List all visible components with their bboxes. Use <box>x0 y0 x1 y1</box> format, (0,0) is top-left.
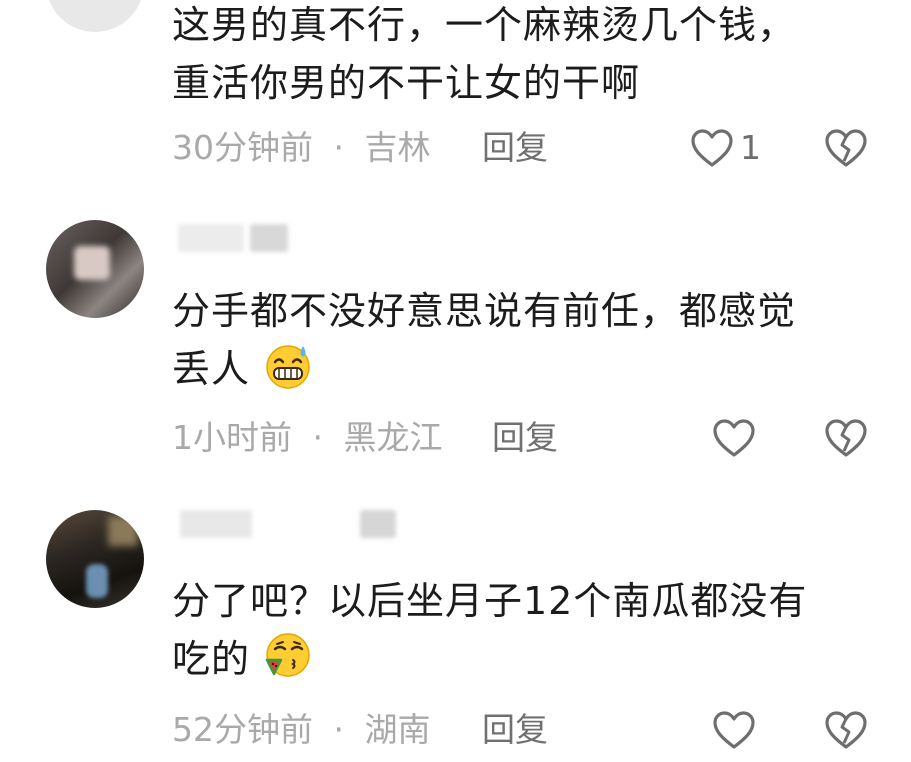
heart-icon <box>713 419 755 457</box>
username-blurred[interactable] <box>180 510 252 538</box>
comment-location: 黑龙江 <box>343 418 443 457</box>
like-button[interactable] <box>712 418 756 458</box>
comment-location: 吉林 <box>364 128 431 167</box>
meta-separator: · <box>312 418 324 457</box>
comment-text: 分手都不没好意思说有前任，都感觉 丢人 <box>172 282 852 398</box>
comment-text-fragment: 吃的 <box>172 637 251 681</box>
comment-text: 这男的真不行，一个麻辣烫几个钱， 重活你男的不干让女的干啊 <box>172 0 852 112</box>
meta-separator: · <box>333 710 345 749</box>
dislike-button[interactable] <box>824 128 868 172</box>
comment-text-line: 丢人 <box>172 340 852 398</box>
avatar[interactable] <box>46 0 144 32</box>
comment-time: 52分钟前 <box>172 710 313 749</box>
username-blurred[interactable] <box>250 224 288 252</box>
reply-button[interactable]: 回复 <box>492 418 558 458</box>
comment-time: 1小时前 <box>172 418 292 457</box>
comment-text-line: 吃的 <box>172 630 852 688</box>
comment-meta: 1小时前 · 黑龙江 <box>172 418 443 458</box>
comment-time: 30分钟前 <box>172 128 313 167</box>
dislike-button[interactable] <box>824 418 868 462</box>
comment-text-line: 分手都不没好意思说有前任，都感觉 <box>172 289 797 333</box>
comment-text-line: 分了吧？以后坐月子12个南瓜都没有 <box>172 579 808 623</box>
comment-text-line: 重活你男的不干让女的干啊 <box>172 61 641 105</box>
username-blurred[interactable] <box>178 224 244 252</box>
broken-heart-icon <box>825 711 867 749</box>
broken-heart-icon <box>825 419 867 457</box>
comment-meta: 30分钟前 · 吉林 <box>172 128 431 168</box>
reply-button[interactable]: 回复 <box>482 128 548 168</box>
reply-button[interactable]: 回复 <box>482 710 548 750</box>
like-button[interactable]: 1 <box>690 128 761 168</box>
like-count: 1 <box>740 128 761 167</box>
username-blurred[interactable] <box>360 510 396 538</box>
broken-heart-icon <box>825 129 867 167</box>
avatar[interactable] <box>46 510 144 608</box>
avatar[interactable] <box>46 220 144 318</box>
comment-text-line: 这男的真不行，一个麻辣烫几个钱， <box>172 3 797 47</box>
comment-text-fragment: 丢人 <box>172 347 251 391</box>
dislike-button[interactable] <box>824 710 868 754</box>
heart-icon <box>713 711 755 749</box>
comment-text: 分了吧？以后坐月子12个南瓜都没有 吃的 <box>172 572 852 688</box>
meta-separator: · <box>333 128 345 167</box>
comment-meta: 52分钟前 · 湖南 <box>172 710 431 750</box>
smirking-watermelon-emoji <box>265 633 310 677</box>
grinning-sweat-emoji <box>266 345 310 389</box>
like-button[interactable] <box>712 710 756 750</box>
heart-icon <box>691 129 733 167</box>
comment-location: 湖南 <box>364 710 431 749</box>
